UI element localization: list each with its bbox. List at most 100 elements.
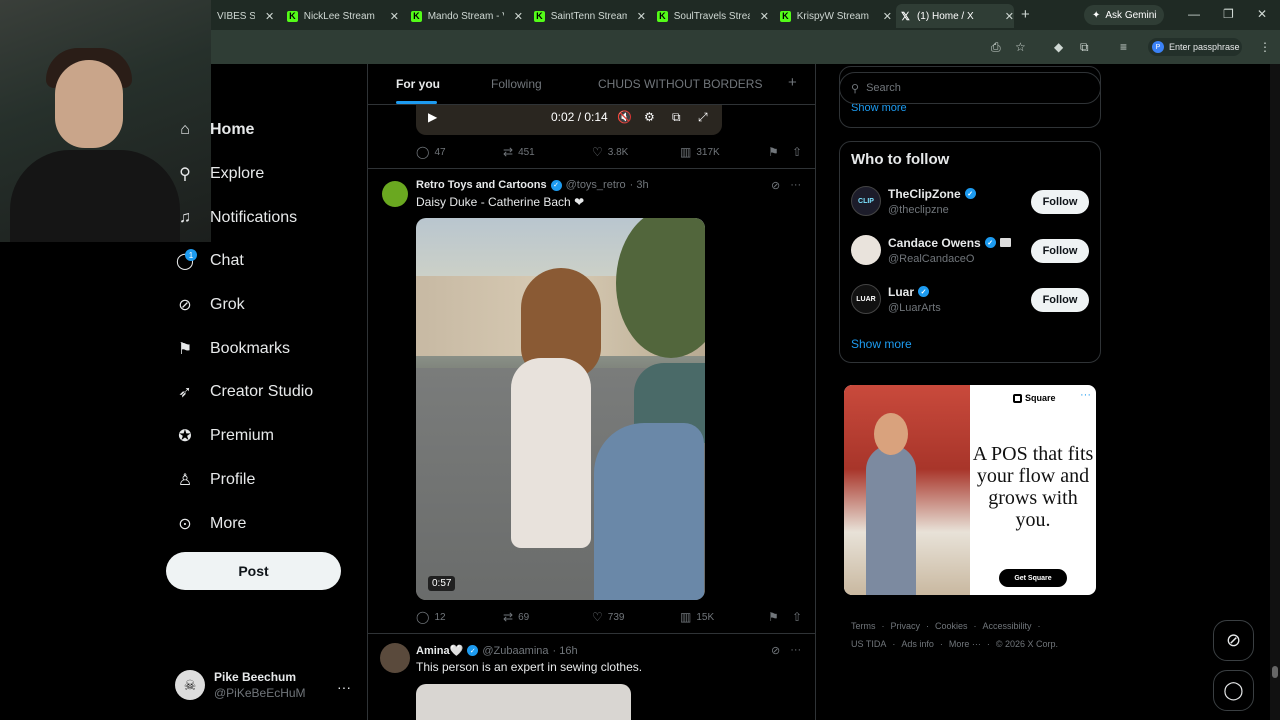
nav-notifications[interactable]: ♫ Notifications xyxy=(175,208,297,228)
repost-button[interactable]: ⇄ 451 xyxy=(503,145,535,159)
follow-suggestion[interactable]: LUAR Luar ✓ @LuarArts xyxy=(851,284,941,314)
nav-home[interactable]: ⌂ Home xyxy=(175,120,254,140)
footer-cookies[interactable]: Cookies xyxy=(935,621,968,631)
browser-tab[interactable]: K NickLee Stream ✕ xyxy=(283,4,399,28)
browser-tab[interactable]: K Mando Stream - V ✕ xyxy=(407,4,523,28)
bookmark-icon: ⚑ xyxy=(768,610,779,624)
follow-suggestion[interactable]: Candace Owens ✓ @RealCandaceO xyxy=(851,235,1011,265)
profile-passphrase-button[interactable]: P Enter passphrase xyxy=(1148,38,1242,56)
grok-icon[interactable]: ⊘ xyxy=(771,644,780,657)
tab-following[interactable]: Following xyxy=(491,77,542,91)
share-button[interactable]: ⇧ xyxy=(792,610,802,624)
bookmark-button[interactable]: ⚑ xyxy=(768,610,779,624)
footer-accessibility[interactable]: Accessibility xyxy=(983,621,1032,631)
browser-menu-icon[interactable]: ⋮ xyxy=(1259,40,1271,54)
avatar[interactable] xyxy=(382,181,408,207)
ad-cta-button[interactable]: Get Square xyxy=(999,569,1067,587)
follow-button[interactable]: Follow xyxy=(1031,288,1089,312)
tab-close-icon[interactable]: ✕ xyxy=(637,10,646,23)
nav-grok[interactable]: ⊘ Grok xyxy=(175,295,244,315)
minimize-icon[interactable]: — xyxy=(1188,7,1200,21)
share-button[interactable]: ⇧ xyxy=(792,145,802,159)
views-button[interactable]: ▥ 15K xyxy=(680,610,714,624)
browser-tab[interactable]: K KrispyW Stream ✕ xyxy=(776,4,892,28)
more-icon[interactable]: ··· xyxy=(790,644,801,657)
mute-icon[interactable]: 🔇 xyxy=(617,110,632,124)
scrollbar-thumb[interactable] xyxy=(1272,666,1278,678)
install-app-icon[interactable]: ⎙ xyxy=(991,40,1001,55)
views-button[interactable]: ▥ 317K xyxy=(680,145,720,159)
bookmark-star-icon[interactable]: ☆ xyxy=(1015,40,1026,54)
tab-chuds-without-borders[interactable]: CHUDS WITHOUT BORDERS xyxy=(598,77,762,91)
nav-explore[interactable]: ⚲ Explore xyxy=(175,164,264,184)
search-input[interactable]: ⚲ Search xyxy=(839,72,1101,104)
extension-icon[interactable]: ◆ xyxy=(1054,40,1063,54)
media-control-icon[interactable]: ≡ xyxy=(1120,40,1127,54)
grok-icon[interactable]: ⊘ xyxy=(771,179,780,192)
like-button[interactable]: ♡ 3.8K xyxy=(592,145,628,159)
close-window-icon[interactable]: ✕ xyxy=(1257,7,1267,21)
grok-fab-button[interactable]: ⊘ xyxy=(1213,620,1254,661)
tab-for-you[interactable]: For you xyxy=(396,77,440,91)
follow-button[interactable]: Follow xyxy=(1031,239,1089,263)
nav-profile[interactable]: ♙ Profile xyxy=(175,470,256,490)
tweet-image[interactable] xyxy=(416,684,631,720)
tweet-video[interactable]: 0:57 xyxy=(416,218,705,600)
extensions-puzzle-icon[interactable]: ⧉ xyxy=(1080,40,1089,55)
browser-tab[interactable]: K SaintTenn Stream ✕ xyxy=(530,4,646,28)
bookmark-button[interactable]: ⚑ xyxy=(768,145,779,159)
like-button[interactable]: ♡ 739 xyxy=(592,610,624,624)
tweet-time[interactable]: · 3h xyxy=(630,179,649,191)
like-count: 739 xyxy=(607,611,625,623)
follow-suggestion[interactable]: CLIP TheClipZone ✓ @theclipzne xyxy=(851,186,976,216)
author-name[interactable]: Retro Toys and Cartoons xyxy=(416,179,547,191)
tab-close-icon[interactable]: ✕ xyxy=(514,10,523,23)
pip-icon[interactable]: ⧉ xyxy=(672,110,681,125)
add-tab-icon[interactable]: + xyxy=(788,74,797,91)
tweet-time[interactable]: · 16h xyxy=(553,645,578,657)
restore-icon[interactable]: ❐ xyxy=(1223,7,1234,21)
author-handle[interactable]: @toys_retro xyxy=(566,179,626,191)
browser-tab-active[interactable]: 𝕏 (1) Home / X ✕ xyxy=(896,4,1014,28)
tab-close-icon[interactable]: ✕ xyxy=(390,10,399,23)
tab-close-icon[interactable]: ✕ xyxy=(1005,10,1014,23)
footer-more[interactable]: More ··· xyxy=(949,639,981,649)
account-more-icon[interactable]: ··· xyxy=(337,679,351,695)
scrollbar[interactable] xyxy=(1270,64,1280,720)
reply-button[interactable]: ◯ 47 xyxy=(416,145,446,159)
nav-premium[interactable]: ✪ Premium xyxy=(175,426,274,446)
repost-button[interactable]: ⇄ 69 xyxy=(503,610,529,624)
sponsored-ad[interactable]: Square ··· A POS that fits your flow and… xyxy=(844,385,1096,595)
browser-tab[interactable]: K SoulTravels Strea ✕ xyxy=(653,4,769,28)
avatar[interactable] xyxy=(380,643,410,673)
footer-terms[interactable]: Terms xyxy=(851,621,876,631)
tab-close-icon[interactable]: ✕ xyxy=(883,10,892,23)
nav-bookmarks[interactable]: ⚑ Bookmarks xyxy=(175,339,290,359)
author-handle[interactable]: @Zubaamina xyxy=(482,645,548,657)
author-name[interactable]: Amina🤍 xyxy=(416,644,463,657)
footer-privacy[interactable]: Privacy xyxy=(891,621,921,631)
ad-more-icon[interactable]: ··· xyxy=(1080,389,1091,401)
nav-creator-studio[interactable]: ➶ Creator Studio xyxy=(175,382,313,402)
follow-button[interactable]: Follow xyxy=(1031,190,1089,214)
nav-more[interactable]: ⊙ More xyxy=(175,514,246,534)
ask-gemini-button[interactable]: ✦ Ask Gemini xyxy=(1084,5,1164,25)
tab-close-icon[interactable]: ✕ xyxy=(760,10,769,23)
account-switcher[interactable]: ☠ Pike Beechum @PiKeBeEcHuM xyxy=(175,670,306,700)
repost-count: 451 xyxy=(518,146,535,158)
more-icon[interactable]: ··· xyxy=(790,179,801,192)
fullscreen-icon[interactable]: ⤢ xyxy=(698,110,708,125)
browser-tab[interactable]: VIBES Stre ✕ xyxy=(213,4,275,28)
settings-icon[interactable]: ⚙ xyxy=(644,110,655,124)
footer-ads-info[interactable]: Ads info xyxy=(901,639,934,649)
reply-button[interactable]: ◯ 12 xyxy=(416,610,446,624)
tab-close-icon[interactable]: ✕ xyxy=(265,10,274,23)
new-tab-icon[interactable]: + xyxy=(1021,6,1030,23)
chat-fab-button[interactable]: ◯ xyxy=(1213,670,1254,711)
suggestion-name: TheClipZone xyxy=(888,186,961,201)
like-count: 3.8K xyxy=(607,146,629,158)
play-icon[interactable]: ▶ xyxy=(428,110,437,124)
post-button[interactable]: Post xyxy=(166,552,341,590)
show-more-link[interactable]: Show more xyxy=(851,337,912,351)
footer-us-tida[interactable]: US TIDA xyxy=(851,639,886,649)
